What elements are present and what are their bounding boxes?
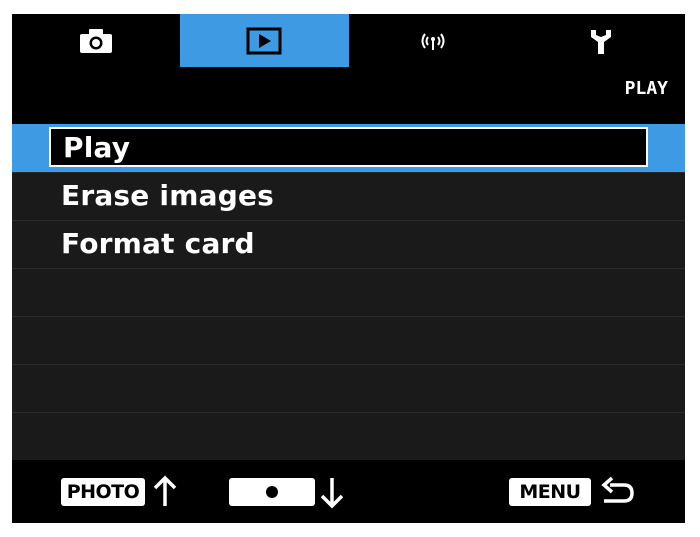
tab-bar bbox=[12, 14, 685, 67]
wireless-icon bbox=[421, 32, 445, 50]
menu-item-empty bbox=[12, 316, 685, 364]
menu-key[interactable]: MENU bbox=[509, 478, 591, 506]
menu-item-empty bbox=[12, 364, 685, 412]
tab-playback[interactable] bbox=[180, 14, 349, 67]
tab-wireless[interactable] bbox=[349, 14, 517, 67]
menu-item-empty bbox=[12, 412, 685, 460]
down-arrow-icon bbox=[320, 478, 344, 509]
menu-list: Play Erase images Format card bbox=[12, 124, 685, 460]
menu-item-format-card[interactable]: Format card bbox=[12, 220, 685, 268]
menu-item-empty bbox=[12, 268, 685, 316]
page-title: PLAY bbox=[624, 78, 668, 99]
photo-key[interactable]: PHOTO bbox=[61, 478, 145, 506]
play-icon bbox=[246, 27, 282, 54]
button-guide-bar: PHOTO MENU bbox=[12, 461, 685, 523]
menu-item-play[interactable]: Play bbox=[12, 124, 685, 172]
menu-item-label: Play bbox=[63, 131, 131, 164]
tab-shooting[interactable] bbox=[12, 14, 180, 67]
menu-item-label: Format card bbox=[61, 227, 255, 260]
camera-screen: PLAY Play Erase images Format card PHOTO bbox=[12, 14, 685, 523]
back-arrow-icon bbox=[601, 476, 634, 503]
record-dot-icon bbox=[266, 486, 278, 498]
wrench-icon bbox=[590, 29, 611, 54]
up-arrow-icon bbox=[153, 475, 177, 506]
record-key[interactable] bbox=[229, 478, 315, 506]
menu-item-label: Erase images bbox=[61, 179, 275, 212]
selection-highlight: Play bbox=[49, 127, 648, 167]
tab-setup[interactable] bbox=[517, 14, 685, 67]
camera-icon bbox=[80, 28, 113, 53]
menu-item-erase-images[interactable]: Erase images bbox=[12, 172, 685, 220]
